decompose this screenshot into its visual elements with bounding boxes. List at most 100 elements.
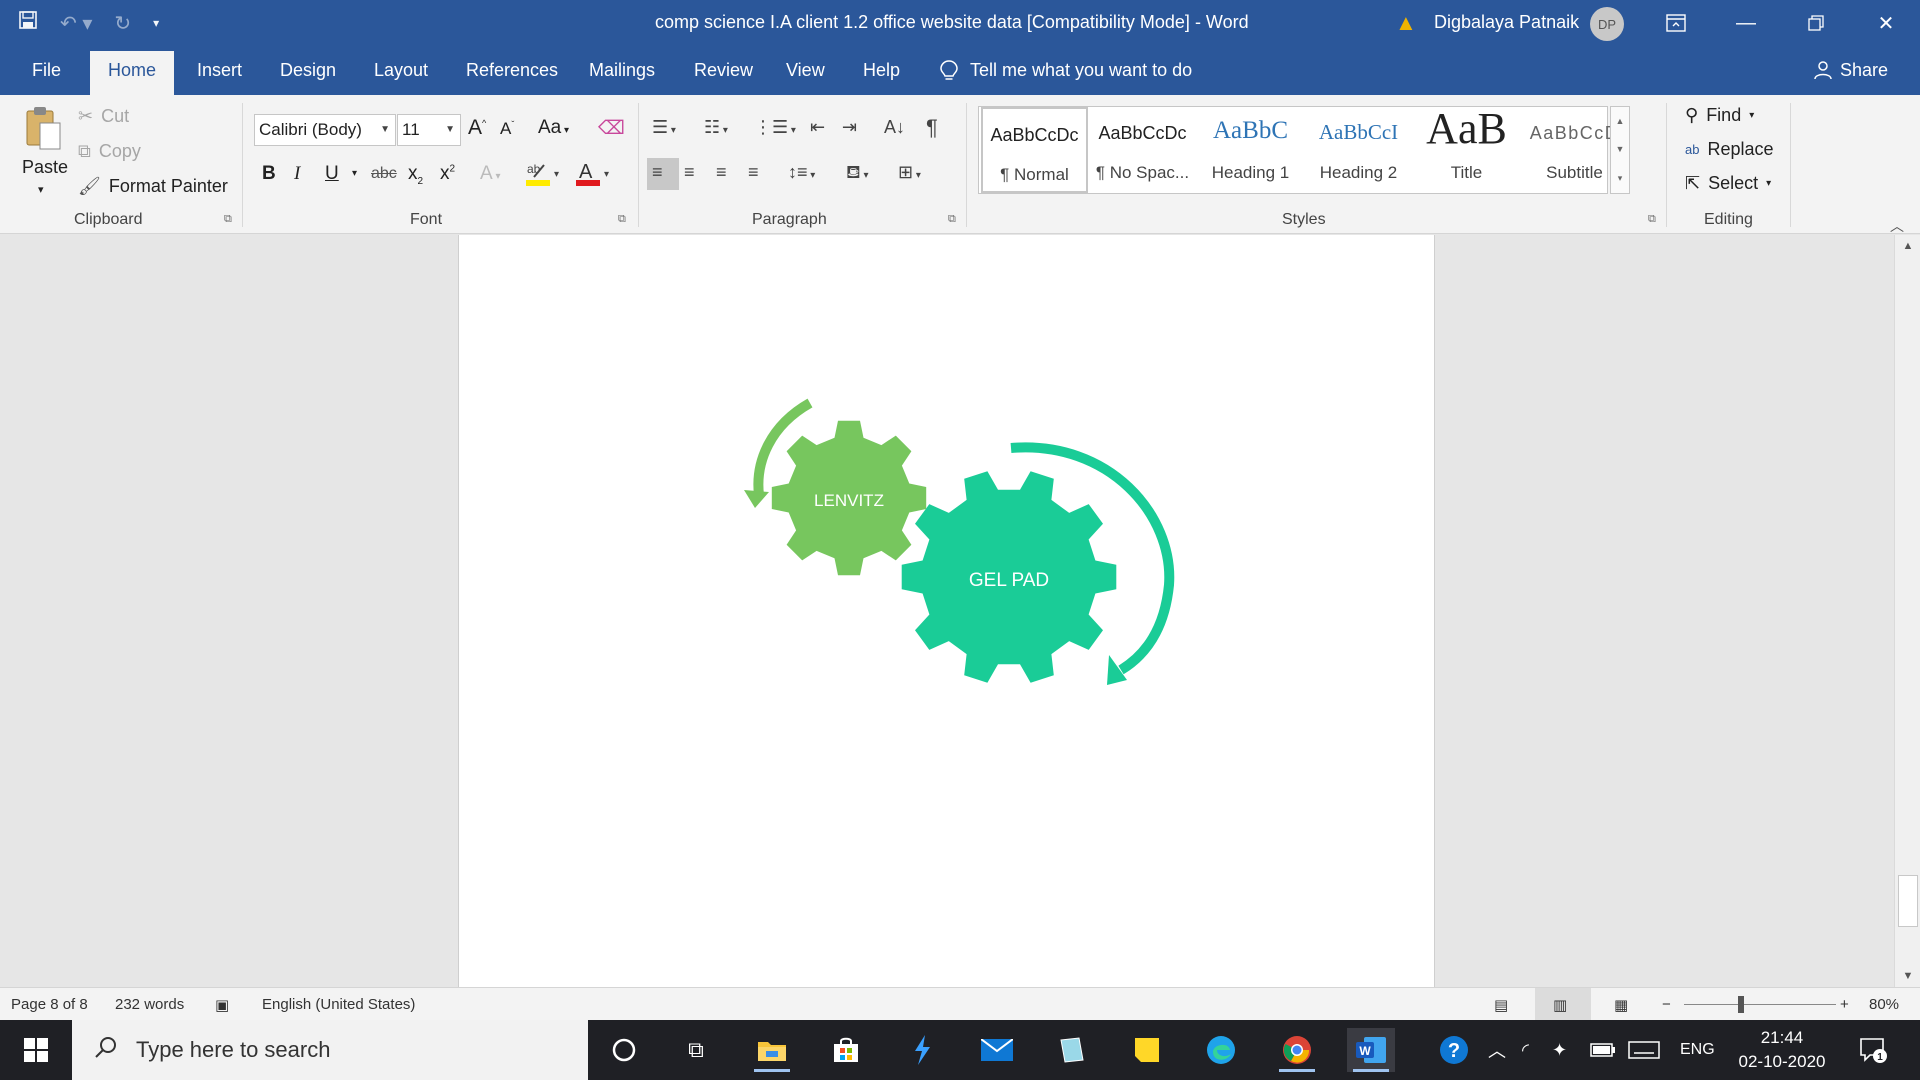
sort-icon[interactable]: A↓ bbox=[884, 117, 905, 138]
underline-button[interactable]: U bbox=[325, 163, 339, 185]
chevron-down-icon[interactable]: ▼ bbox=[1616, 144, 1625, 154]
paste-icon[interactable] bbox=[24, 105, 64, 151]
word-taskbar-icon[interactable]: W bbox=[1347, 1028, 1395, 1072]
cut-button[interactable]: ✂ Cut bbox=[78, 106, 129, 127]
copy-button[interactable]: ⧉ Copy bbox=[78, 141, 141, 162]
subscript-button[interactable]: x2 bbox=[408, 163, 423, 187]
minimize-icon[interactable]: — bbox=[1718, 0, 1774, 46]
clock[interactable]: 21:44 02-10-2020 bbox=[1732, 1026, 1832, 1074]
wifi-icon[interactable]: ◜ bbox=[1522, 1020, 1529, 1080]
tell-me-box[interactable]: Tell me what you want to do bbox=[940, 60, 1192, 87]
vscode-icon[interactable] bbox=[898, 1028, 946, 1072]
task-view-icon[interactable]: ⧉ bbox=[672, 1028, 720, 1072]
justify-icon[interactable]: ≡ bbox=[748, 162, 759, 183]
select-button[interactable]: ⇱ Select ▾ bbox=[1685, 173, 1771, 194]
battery-icon[interactable] bbox=[1590, 1020, 1616, 1080]
store-icon[interactable] bbox=[822, 1028, 870, 1072]
customize-qat-icon[interactable]: ▾ bbox=[153, 16, 159, 30]
shrink-font-button[interactable]: Aˇ bbox=[500, 119, 514, 139]
mail-icon[interactable] bbox=[973, 1028, 1021, 1072]
tab-references[interactable]: References bbox=[466, 60, 558, 81]
scroll-down-icon[interactable]: ▼ bbox=[1895, 965, 1920, 987]
taskbar-search-input[interactable]: Type here to search bbox=[72, 1020, 588, 1080]
tab-mailings[interactable]: Mailings bbox=[589, 60, 655, 81]
change-case-button[interactable]: Aa ▾ bbox=[538, 117, 569, 139]
dropbox-icon[interactable]: ✦ bbox=[1552, 1020, 1567, 1080]
style-title[interactable]: AaB Title bbox=[1413, 104, 1520, 193]
windows-start-icon[interactable] bbox=[0, 1020, 72, 1080]
collapse-ribbon-icon[interactable]: ︿ bbox=[1890, 216, 1904, 236]
keyboard-icon[interactable] bbox=[1628, 1020, 1660, 1080]
undo-icon[interactable]: ↶ ▾ bbox=[60, 11, 92, 36]
proofing-icon[interactable]: ▣ bbox=[215, 996, 229, 1014]
tab-design[interactable]: Design bbox=[280, 60, 336, 81]
scroll-thumb[interactable] bbox=[1898, 875, 1918, 927]
scroll-up-icon[interactable]: ▲ bbox=[1895, 235, 1920, 257]
edge-icon[interactable] bbox=[1197, 1028, 1245, 1072]
font-size-dropdown[interactable]: 11 ▼ bbox=[397, 114, 461, 146]
grow-font-button[interactable]: A^ bbox=[468, 116, 486, 140]
tab-help[interactable]: Help bbox=[863, 60, 900, 81]
line-spacing-icon[interactable]: ↕≡ ▾ bbox=[788, 162, 815, 183]
save-icon[interactable] bbox=[18, 10, 38, 36]
style-heading-1[interactable]: AaBbC Heading 1 bbox=[1197, 107, 1304, 193]
highlight-color-icon[interactable]: ab ▾ bbox=[526, 159, 564, 193]
chevron-up-icon[interactable]: ︿ bbox=[1488, 1020, 1506, 1080]
show-formatting-marks-icon[interactable]: ¶ bbox=[926, 115, 938, 141]
style-normal[interactable]: AaBbCcDc ¶ Normal bbox=[981, 107, 1088, 193]
bullets-icon[interactable]: ☰ ▾ bbox=[652, 117, 676, 138]
page-count[interactable]: Page 8 of 8 bbox=[11, 996, 88, 1013]
user-name[interactable]: Digbalaya Patnaik bbox=[1434, 12, 1579, 33]
tab-view[interactable]: View bbox=[786, 60, 825, 81]
input-language[interactable]: ENG bbox=[1680, 1020, 1715, 1080]
zoom-in-icon[interactable]: + bbox=[1840, 996, 1849, 1013]
web-layout-icon[interactable]: ▦ bbox=[1614, 996, 1628, 1014]
multilevel-list-icon[interactable]: ⋮☰ ▾ bbox=[754, 117, 796, 138]
paragraph-launcher-icon[interactable]: ⧉ bbox=[948, 213, 956, 226]
style-heading-2[interactable]: AaBbCcI Heading 2 bbox=[1305, 107, 1412, 193]
replace-button[interactable]: ab Replace bbox=[1685, 139, 1774, 160]
close-icon[interactable]: ✕ bbox=[1858, 0, 1914, 46]
ribbon-display-options-icon[interactable] bbox=[1648, 0, 1704, 46]
paste-options-chevron-icon[interactable]: ▾ bbox=[38, 183, 44, 196]
underline-options-icon[interactable]: ▾ bbox=[352, 168, 357, 179]
tab-home[interactable]: Home bbox=[90, 51, 175, 95]
document-page[interactable]: LENVITZ GEL PAD bbox=[458, 235, 1435, 987]
styles-launcher-icon[interactable]: ⧉ bbox=[1648, 213, 1656, 226]
clear-formatting-icon[interactable]: ⌫ bbox=[598, 117, 625, 140]
vertical-scrollbar[interactable]: ▲ ▼ bbox=[1894, 235, 1920, 987]
font-color-icon[interactable]: A ▾ bbox=[576, 159, 614, 193]
language[interactable]: English (United States) bbox=[262, 996, 415, 1013]
font-launcher-icon[interactable]: ⧉ bbox=[618, 213, 626, 226]
font-name-dropdown[interactable]: Calibri (Body) ▼ bbox=[254, 114, 396, 146]
align-right-icon[interactable]: ≡ bbox=[716, 162, 727, 183]
borders-icon[interactable]: ⊞ ▾ bbox=[898, 162, 921, 183]
increase-indent-icon[interactable]: ⇥ bbox=[842, 117, 857, 138]
help-tray-icon[interactable]: ? bbox=[1438, 1020, 1470, 1080]
gear-diagram[interactable]: LENVITZ GEL PAD bbox=[459, 235, 1436, 987]
chrome-icon[interactable] bbox=[1273, 1028, 1321, 1072]
cortana-icon[interactable] bbox=[600, 1028, 648, 1072]
notification-center-icon[interactable]: 1 bbox=[1858, 1020, 1888, 1080]
text-effects-icon[interactable]: A ▾ bbox=[480, 163, 501, 185]
align-center-icon[interactable]: ≡ bbox=[684, 162, 695, 183]
shading-icon[interactable]: ⛾ ▾ bbox=[846, 162, 869, 186]
find-button[interactable]: ⚲ Find ▾ bbox=[1685, 105, 1754, 126]
avatar[interactable]: DP bbox=[1590, 7, 1624, 41]
paste-button[interactable]: Paste bbox=[22, 157, 68, 178]
style-no-spacing[interactable]: AaBbCcDc ¶ No Spac... bbox=[1089, 107, 1196, 193]
restore-icon[interactable] bbox=[1788, 0, 1844, 46]
zoom-slider-thumb[interactable] bbox=[1738, 996, 1744, 1013]
format-painter-button[interactable]: 🖌 Format Painter bbox=[78, 176, 228, 197]
align-left-icon[interactable]: ≡ bbox=[652, 162, 663, 183]
notepad-icon[interactable] bbox=[1047, 1028, 1095, 1072]
more-styles-icon[interactable]: ▾ bbox=[1618, 173, 1623, 184]
share-button[interactable]: Share bbox=[1812, 60, 1888, 85]
print-layout-icon[interactable]: ▥ bbox=[1553, 996, 1567, 1014]
read-mode-icon[interactable]: ▤ bbox=[1494, 996, 1508, 1014]
tab-review[interactable]: Review bbox=[694, 60, 753, 81]
tab-file[interactable]: File bbox=[32, 60, 61, 81]
word-count[interactable]: 232 words bbox=[115, 996, 184, 1013]
redo-icon[interactable]: ↻ bbox=[114, 11, 131, 36]
zoom-slider[interactable] bbox=[1684, 1004, 1836, 1005]
